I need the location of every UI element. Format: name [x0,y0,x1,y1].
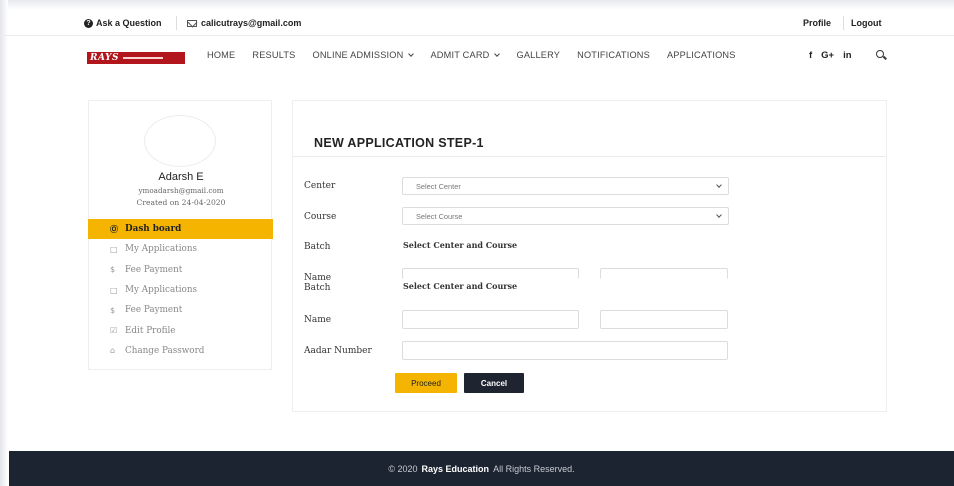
dollar-icon: $ [110,265,116,275]
linkedin-icon[interactable]: in [843,50,851,61]
social-links: f G+ in [809,50,852,61]
divider [293,156,886,157]
aadar-input[interactable] [402,341,728,360]
sidebar-item-fee-payment[interactable]: $ Fee Payment [88,260,273,280]
dashboard-icon: Ⓞ [110,224,118,234]
nav-notifications[interactable]: NOTIFICATIONS [577,50,650,60]
name-label-clipped: Name [304,273,332,280]
nav-label: APPLICATIONS [666,50,736,60]
name-input-clipped-2[interactable] [600,268,728,279]
nav-online-admission[interactable]: ONLINE ADMISSION [312,50,415,60]
course-label: Course [304,212,337,222]
batch-text: Select Center and Course [403,240,518,250]
sidebar-item-edit-profile[interactable]: ☑ Edit Profile [88,320,273,340]
search-icon[interactable] [876,50,884,58]
sidebar-item-my-applications-2[interactable]: □ My Applications [88,280,273,300]
ask-question-label: Ask a Question [96,18,162,28]
course-select[interactable]: Select Course [402,207,729,225]
nav-label: ADMIT CARD [430,50,490,60]
dollar-icon: $ [110,305,116,315]
user-email: ymoadarsh@gmail.com [138,186,224,195]
utility-bar: ? Ask a Question calicutrays@gmail.com P… [0,12,954,36]
page: ? Ask a Question calicutrays@gmail.com P… [0,0,954,486]
chevron-down-icon [716,212,722,218]
chevron-down-icon [494,50,501,57]
name-input-clipped[interactable] [402,268,579,279]
mail-icon [187,19,197,27]
proceed-button[interactable]: Proceed [395,373,457,393]
sidebar-item-label: My Applications [125,285,198,296]
sidebar-item-label: Change Password [125,345,205,356]
email-label: calicutrays@gmail.com [201,18,302,28]
nav-results[interactable]: RESULTS [252,50,295,60]
question-icon: ? [84,18,93,28]
sidebar-item-label: Dash board [125,224,182,235]
user-name: Adarsh E [158,171,204,183]
edit-icon: ☑ [110,326,118,336]
form-title: NEW APPLICATION STEP-1 [314,136,484,150]
nav-label: RESULTS [252,50,296,60]
divider [843,16,844,30]
nav-label: HOME [207,50,236,60]
sidebar-item-dashboard[interactable]: Ⓞ Dash board [88,219,273,240]
top-shadow [0,0,954,10]
nav-applications[interactable]: APPLICATIONS [667,50,736,60]
divider [176,16,177,30]
sidebar-item-label: My Applications [125,244,198,255]
profile-link[interactable]: Profile [803,18,831,28]
footer-rights: All Rights Reserved. [493,463,575,474]
logo-stripe [122,57,163,59]
sidebar-menu: Ⓞ Dash board □ My Applications $ Fee Pay… [88,219,273,361]
aadar-label: Aadar Number [304,346,372,356]
profile-sidebar: Adarsh E ymoadarsh@gmail.com Created on … [88,100,273,370]
batch-label: Batch [304,242,331,252]
application-form-card: NEW APPLICATION STEP-1 Center Select Cen… [292,100,887,412]
nav-gallery[interactable]: GALLERY [516,50,560,60]
user-created-date: Created on 24-04-2020 [136,198,226,207]
chevron-down-icon [716,182,722,188]
last-name-input[interactable] [600,310,728,329]
sidebar-item-label: Fee Payment [125,264,183,275]
batch-label-2: Batch [304,283,331,293]
first-name-input[interactable] [402,310,579,329]
book-icon: □ [110,285,118,295]
name-label: Name [304,315,332,325]
logo-text: RAYS [90,53,119,63]
lock-icon: ⌂ [110,346,116,356]
sidebar-item-my-applications[interactable]: □ My Applications [88,239,273,259]
footer: © 2020 Rays Education All Rights Reserve… [9,451,954,486]
avatar [144,115,216,167]
main-nav: HOME RESULTS ONLINE ADMISSION ADMIT CARD… [207,50,753,60]
footer-copyright: © 2020 [388,463,418,474]
edge-shadow [0,0,8,486]
facebook-icon[interactable]: f [809,50,812,61]
book-icon: □ [110,244,118,254]
nav-label: ONLINE ADMISSION [312,50,404,60]
footer-brand: Rays Education [421,463,490,474]
nav-label: NOTIFICATIONS [577,50,650,60]
center-select[interactable]: Select Center [402,177,729,195]
logout-link[interactable]: Logout [851,18,882,28]
nav-home[interactable]: HOME [207,50,235,60]
center-label: Center [304,181,336,191]
google-plus-icon[interactable]: G+ [821,50,834,61]
batch-text-2: Select Center and Course [403,281,518,291]
sidebar-item-label: Edit Profile [125,325,176,336]
cancel-button[interactable]: Cancel [464,373,524,393]
nav-label: GALLERY [516,50,561,60]
sidebar-item-change-password[interactable]: ⌂ Change Password [88,341,273,361]
course-select-value: Select Course [416,211,463,221]
center-select-value: Select Center [416,181,461,191]
email-link[interactable]: calicutrays@gmail.com [187,18,301,28]
chevron-down-icon [408,50,415,57]
ask-question-link[interactable]: ? Ask a Question [84,18,162,28]
sidebar-item-label: Fee Payment [125,305,183,316]
sidebar-item-fee-payment-2[interactable]: $ Fee Payment [88,300,273,320]
brand-logo[interactable]: RAYS [87,52,185,64]
nav-admit-card[interactable]: ADMIT CARD [430,50,501,60]
